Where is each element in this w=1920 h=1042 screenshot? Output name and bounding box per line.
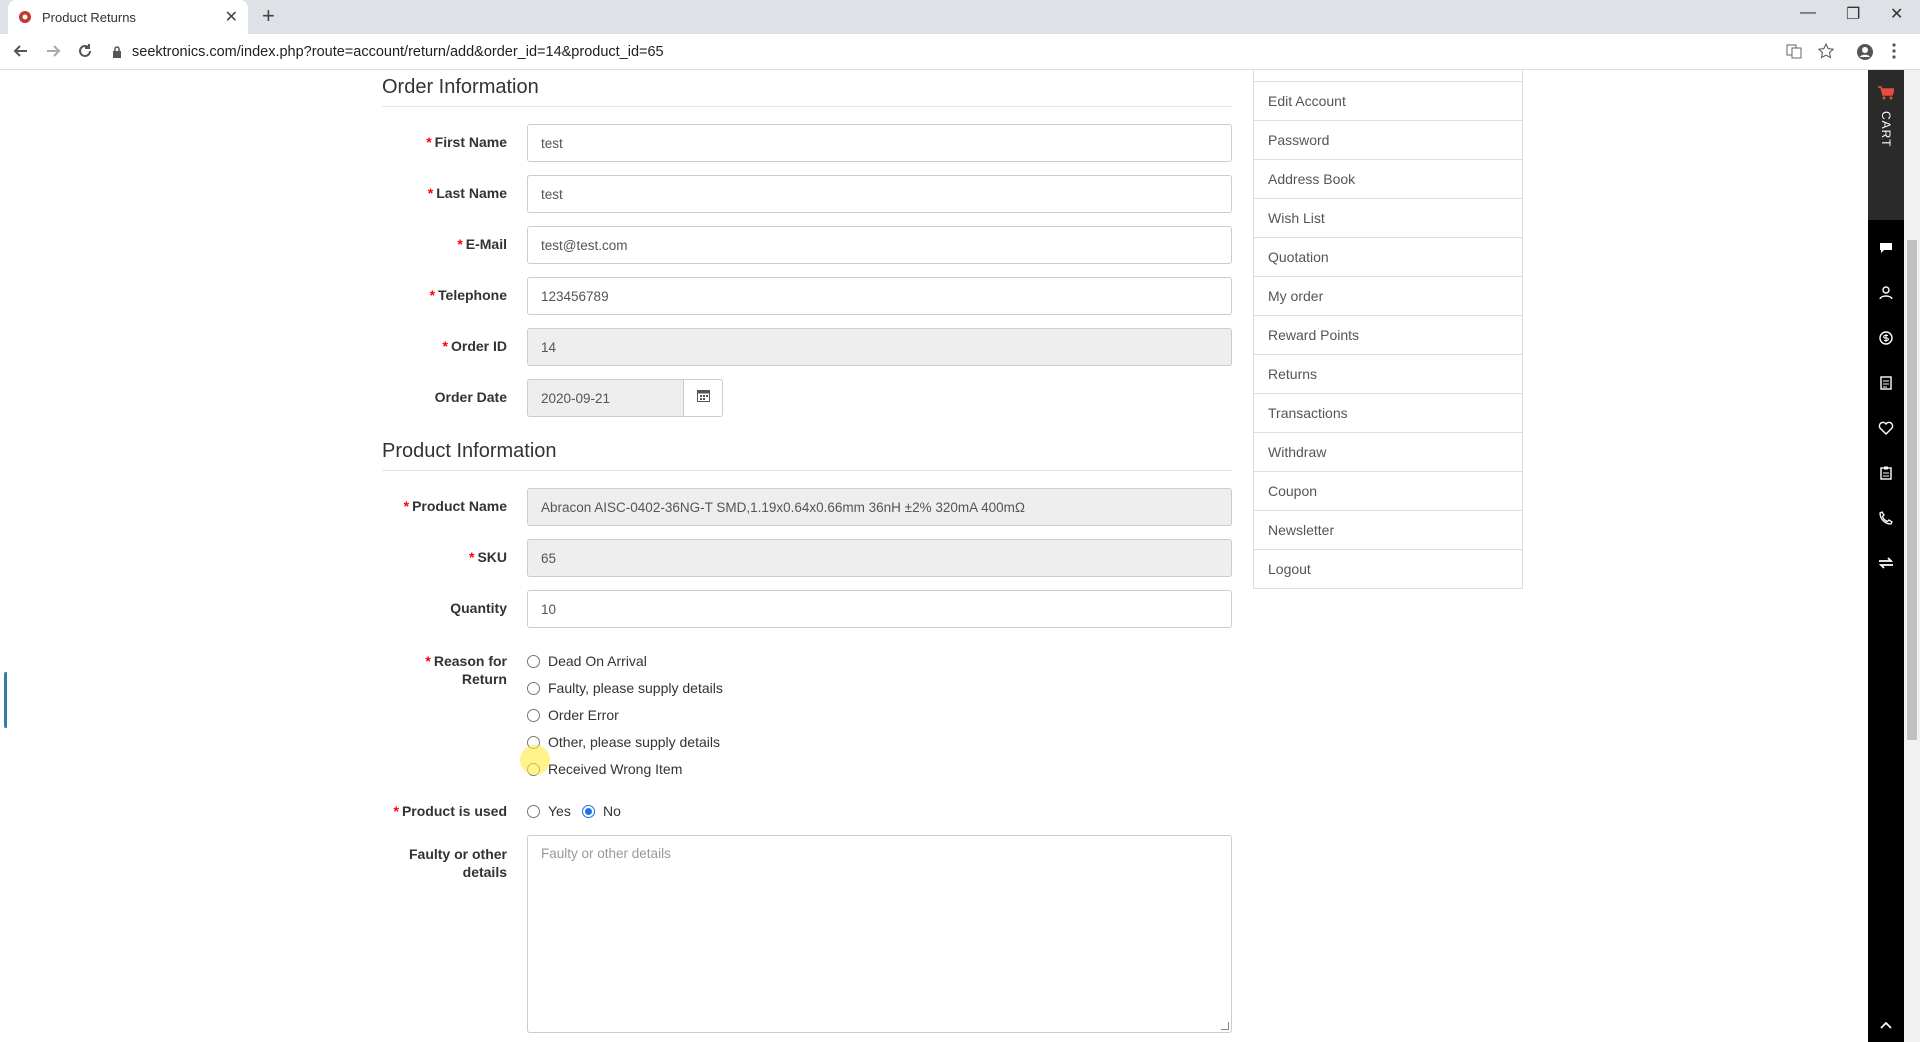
lock-icon xyxy=(112,46,122,58)
last-name-label: * Last Name xyxy=(427,185,507,201)
document-icon[interactable] xyxy=(1868,368,1904,398)
phone-icon[interactable] xyxy=(1868,503,1904,533)
bookmark-star-icon[interactable] xyxy=(1817,42,1835,64)
clipboard-icon[interactable] xyxy=(1868,458,1904,488)
order-section-title: Order Information xyxy=(382,76,539,98)
reason-label: * Reason for Return xyxy=(425,653,507,687)
menu-item-quotation[interactable]: Quotation xyxy=(1254,237,1522,276)
menu-top-spacer xyxy=(1254,70,1522,81)
telephone-label: * Telephone xyxy=(429,287,507,303)
details-label: Faulty or other details xyxy=(408,846,507,880)
menu-item-coupon[interactable]: Coupon xyxy=(1254,471,1522,510)
menu-item-withdraw[interactable]: Withdraw xyxy=(1254,432,1522,471)
menu-item-edit-account[interactable]: Edit Account xyxy=(1254,81,1522,120)
product-name-input[interactable]: Abracon AISC-0402-36NG-T SMD,1.19x0.64x0… xyxy=(527,488,1232,526)
left-edge-indicator xyxy=(4,672,8,728)
used-option-yes[interactable]: Yes xyxy=(527,803,571,819)
restore-button[interactable]: ❐ xyxy=(1846,4,1860,24)
details-textarea[interactable]: Faulty or other details xyxy=(527,835,1232,1033)
reason-option-order-error[interactable]: Order Error xyxy=(527,707,619,723)
chat-icon[interactable] xyxy=(1868,233,1904,263)
minimize-button[interactable]: — xyxy=(1800,4,1816,22)
browser-menu-icon[interactable] xyxy=(1892,43,1896,64)
user-icon[interactable] xyxy=(1868,278,1904,308)
back-to-top-icon[interactable] xyxy=(1868,1010,1904,1040)
menu-item-logout[interactable]: Logout xyxy=(1254,549,1522,588)
new-tab-button[interactable]: + xyxy=(262,5,275,27)
menu-item-transactions[interactable]: Transactions xyxy=(1254,393,1522,432)
reason-option-wrong-item[interactable]: Received Wrong Item xyxy=(527,761,682,777)
address-bar[interactable]: seektronics.com/index.php?route=account/… xyxy=(112,38,1792,66)
order-date-input[interactable]: 2020-09-21 xyxy=(527,379,684,417)
scrollbar-thumb[interactable] xyxy=(1907,240,1917,740)
quantity-label: Quantity xyxy=(450,600,507,616)
profile-icon[interactable] xyxy=(1856,43,1874,66)
radio-button[interactable] xyxy=(527,804,540,818)
menu-item-address-book[interactable]: Address Book xyxy=(1254,159,1522,198)
sku-input[interactable]: 65 xyxy=(527,539,1232,577)
resize-handle[interactable] xyxy=(1221,1022,1229,1030)
product-section-title: Product Information xyxy=(382,440,557,462)
divider xyxy=(382,106,1232,107)
last-name-input[interactable]: test xyxy=(527,175,1232,213)
menu-item-my-order[interactable]: My order xyxy=(1254,276,1522,315)
browser-tabbar: Product Returns ✕ + — ❐ ✕ xyxy=(0,0,1920,34)
calendar-icon xyxy=(696,389,710,407)
order-date-label: Order Date xyxy=(434,389,507,405)
reload-icon[interactable] xyxy=(76,42,94,64)
account-menu: Edit Account Password Address Book Wish … xyxy=(1253,70,1523,589)
menu-item-reward-points[interactable]: Reward Points xyxy=(1254,315,1522,354)
menu-item-wish-list[interactable]: Wish List xyxy=(1254,198,1522,237)
url-text: seektronics.com/index.php?route=account/… xyxy=(132,44,664,60)
menu-item-newsletter[interactable]: Newsletter xyxy=(1254,510,1522,549)
translate-icon[interactable] xyxy=(1786,43,1802,64)
telephone-input[interactable]: 123456789 xyxy=(527,277,1232,315)
calendar-button[interactable] xyxy=(683,379,723,417)
radio-button[interactable] xyxy=(527,708,540,722)
window-close-button[interactable]: ✕ xyxy=(1890,4,1903,24)
used-option-no[interactable]: No xyxy=(582,803,621,819)
order-id-label: * Order ID xyxy=(442,338,507,354)
menu-item-password[interactable]: Password xyxy=(1254,120,1522,159)
reason-option-faulty[interactable]: Faulty, please supply details xyxy=(527,680,723,696)
browser-tab[interactable]: Product Returns ✕ xyxy=(8,0,248,34)
radio-button[interactable] xyxy=(527,681,540,695)
back-icon[interactable] xyxy=(12,42,30,64)
cart-icon xyxy=(1878,86,1896,105)
cart-label: CART xyxy=(1879,111,1893,148)
coin-icon[interactable] xyxy=(1868,323,1904,353)
email-input[interactable]: test@test.com xyxy=(527,226,1232,264)
heart-icon[interactable] xyxy=(1868,413,1904,443)
reason-option-other[interactable]: Other, please supply details xyxy=(527,734,720,750)
swap-icon[interactable] xyxy=(1868,548,1904,578)
email-label: * E-Mail xyxy=(457,236,507,252)
product-used-label: * Product is used xyxy=(393,803,507,819)
tab-title: Product Returns xyxy=(42,9,136,25)
click-highlight xyxy=(520,745,550,775)
page-content: Order Information * First Name test * Last… xyxy=(0,70,1920,1042)
reason-option-dead-on-arrival[interactable]: Dead On Arrival xyxy=(527,653,647,669)
sku-label: * SKU xyxy=(468,549,507,565)
quantity-input[interactable]: 10 xyxy=(527,590,1232,628)
side-cart-button[interactable]: CART xyxy=(1868,70,1904,220)
browser-toolbar: seektronics.com/index.php?route=account/… xyxy=(0,34,1920,70)
product-name-label: * Product Name xyxy=(403,498,507,514)
tab-close-icon[interactable]: ✕ xyxy=(225,7,238,27)
first-name-label: * First Name xyxy=(426,134,507,150)
site-favicon-icon xyxy=(18,10,32,24)
menu-item-returns[interactable]: Returns xyxy=(1254,354,1522,393)
radio-button[interactable] xyxy=(527,654,540,668)
order-id-input[interactable]: 14 xyxy=(527,328,1232,366)
divider xyxy=(382,470,1232,471)
side-toolbar: CART xyxy=(1868,70,1904,1042)
first-name-input[interactable]: test xyxy=(527,124,1232,162)
forward-icon[interactable] xyxy=(44,42,62,64)
radio-button-selected[interactable] xyxy=(582,804,595,818)
